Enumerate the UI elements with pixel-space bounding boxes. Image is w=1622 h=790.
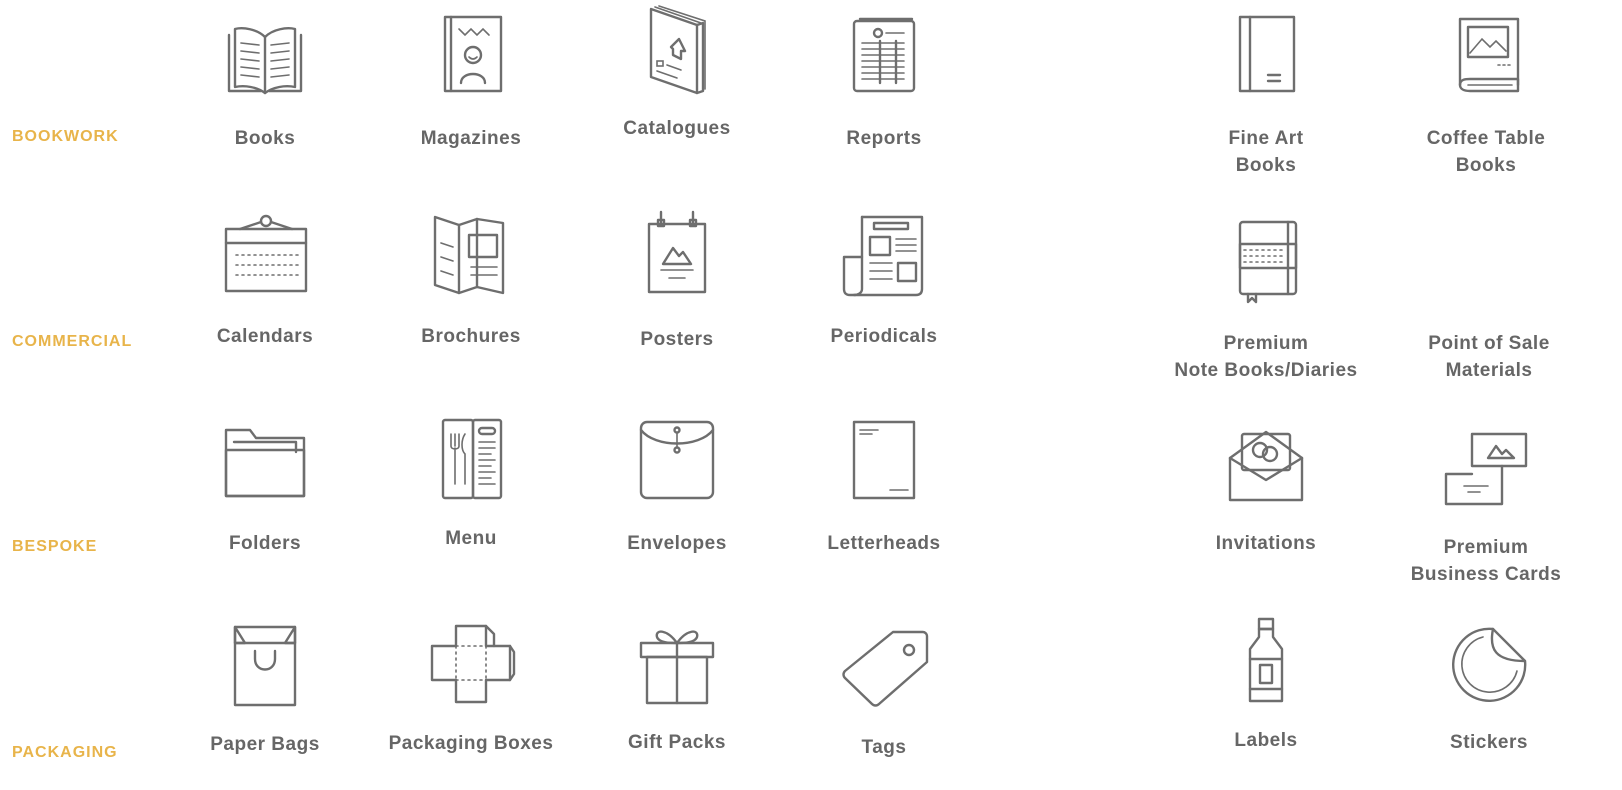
item-label: Labels [1234, 730, 1298, 751]
item-label: Magazines [420, 128, 522, 149]
letterhead-icon [852, 420, 916, 500]
brochure-icon [433, 215, 505, 295]
item-label: Invitations [1215, 533, 1317, 554]
box-dieline-icon [430, 624, 516, 704]
item-brochures[interactable]: Brochures [371, 213, 571, 350]
item-label: Stickers [1450, 732, 1528, 753]
report-icon [852, 17, 916, 93]
item-label: Periodicals [830, 326, 938, 347]
bottle-label-icon [1248, 617, 1284, 703]
item-paper-bags[interactable]: Paper Bags [165, 625, 365, 758]
item-invitations[interactable]: Invitations [1166, 424, 1366, 557]
item-periodicals[interactable]: Periodicals [784, 213, 984, 350]
item-label: Fine Art Books [1228, 128, 1304, 176]
category-packaging: PACKAGING [12, 744, 118, 761]
item-label: Menu [445, 528, 497, 549]
item-premium-business-cards[interactable]: Premium Business Cards [1386, 430, 1586, 588]
envelope-icon [639, 420, 715, 500]
item-label: Brochures [421, 326, 521, 347]
item-tags[interactable]: Tags [784, 628, 984, 761]
item-premium-notebooks[interactable]: Premium Note Books/Diaries [1166, 220, 1366, 384]
item-label: Point of Sale Materials [1428, 333, 1550, 381]
business-cards-icon [1444, 432, 1528, 506]
item-label: Books [234, 128, 296, 149]
item-gift-packs[interactable]: Gift Packs [577, 625, 777, 756]
item-books[interactable]: Books [165, 15, 365, 152]
catalogue-stack-icon [649, 5, 706, 95]
item-label: Coffee Table Books [1426, 128, 1546, 176]
item-label: Letterheads [827, 533, 941, 554]
item-label: Paper Bags [210, 734, 320, 755]
item-label: Envelopes [627, 533, 727, 554]
item-label: Catalogues [623, 118, 731, 139]
magazine-icon [443, 15, 503, 93]
item-letterheads[interactable]: Letterheads [784, 420, 984, 557]
icon-placeholder [1389, 213, 1589, 293]
category-bookwork: BOOKWORK [12, 128, 119, 145]
item-label: Packaging Boxes [388, 733, 554, 754]
category-commercial: COMMERCIAL [12, 333, 133, 350]
poster-icon [647, 210, 707, 294]
coffee-table-book-icon [1458, 17, 1520, 93]
invitation-icon [1228, 430, 1304, 502]
calendar-icon [224, 214, 308, 293]
item-catalogues[interactable]: Catalogues [577, 5, 777, 142]
gift-icon [639, 630, 715, 705]
item-envelopes[interactable]: Envelopes [577, 420, 777, 557]
notebook-icon [1238, 220, 1298, 304]
item-reports[interactable]: Reports [784, 15, 984, 152]
item-label: Premium Note Books/Diaries [1174, 333, 1358, 381]
item-label: Tags [861, 737, 907, 758]
newspaper-icon [842, 215, 924, 297]
open-book-icon [227, 27, 303, 95]
category-bespoke: BESPOKE [12, 538, 98, 555]
item-packaging-boxes[interactable]: Packaging Boxes [371, 622, 571, 757]
item-label: Calendars [216, 326, 314, 347]
paper-bag-icon [233, 625, 297, 707]
item-magazines[interactable]: Magazines [371, 15, 571, 152]
item-posters[interactable]: Posters [577, 208, 777, 353]
item-fine-art-books[interactable]: Fine Art Books [1166, 15, 1366, 179]
item-point-of-sale[interactable]: Point of Sale Materials [1389, 213, 1589, 384]
item-label: Reports [846, 128, 922, 149]
item-folders[interactable]: Folders [165, 420, 365, 557]
item-labels[interactable]: Labels [1166, 615, 1366, 754]
item-label: Posters [640, 329, 714, 350]
folder-icon [224, 428, 306, 498]
item-menu[interactable]: Menu [371, 418, 571, 552]
item-coffee-table-books[interactable]: Coffee Table Books [1386, 15, 1586, 179]
item-stickers[interactable]: Stickers [1389, 625, 1589, 756]
sticker-icon [1452, 627, 1527, 702]
item-label: Gift Packs [628, 732, 726, 753]
item-label: Premium Business Cards [1410, 537, 1562, 585]
item-calendars[interactable]: Calendars [165, 213, 365, 350]
fine-art-book-icon [1238, 15, 1296, 93]
tag-icon [842, 630, 929, 707]
item-label: Folders [228, 533, 302, 554]
menu-card-icon [441, 418, 503, 500]
